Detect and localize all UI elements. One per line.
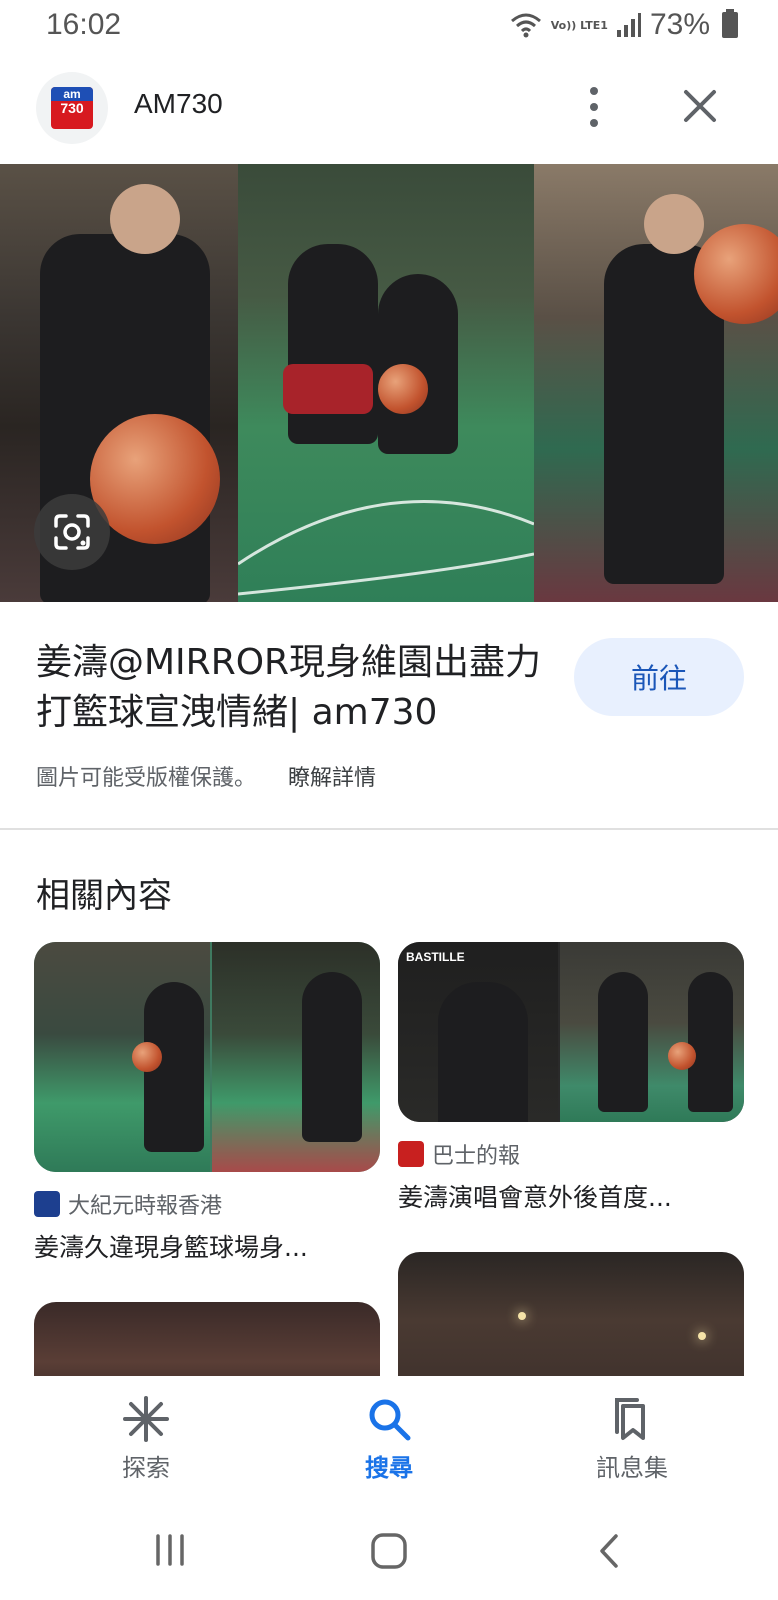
divider — [0, 828, 778, 830]
site-title: AM730 — [134, 88, 223, 119]
signal-icon — [616, 13, 641, 37]
nav-search[interactable]: 搜尋 — [309, 1396, 469, 1483]
site-logo[interactable]: am 730 — [36, 72, 108, 144]
source-name: 大紀元時報香港 — [68, 1194, 223, 1219]
status-icons: Vo)) LTE1 73% — [509, 8, 738, 42]
related-card-source-2: 巴士的報 — [398, 1138, 520, 1170]
learn-more-link[interactable]: 瞭解詳情 — [288, 760, 376, 792]
image-panel-middle — [238, 164, 534, 602]
recent-apps-icon[interactable] — [152, 1532, 188, 1568]
collections-icon — [615, 1398, 645, 1440]
close-icon[interactable] — [676, 82, 724, 130]
image-panel-right — [534, 164, 778, 602]
result-title[interactable]: 姜濤@MIRROR現身維園出盡力 打籃球宣洩情緒| am730 — [36, 638, 556, 738]
epoch-times-icon — [34, 1191, 60, 1217]
logo-text-top: am — [63, 87, 81, 101]
status-bar: 16:02 Vo)) LTE1 73% — [0, 0, 778, 52]
status-time: 16:02 — [46, 8, 122, 41]
asterisk-icon — [123, 1396, 169, 1442]
nav-collections-label: 訊息集 — [596, 1454, 668, 1482]
bottom-navigation: 探索 搜尋 訊息集 — [0, 1376, 778, 1500]
related-card-caption-2[interactable]: 姜濤演唱會意外後首度... — [398, 1178, 672, 1214]
related-heading: 相關內容 — [36, 876, 172, 916]
back-icon[interactable] — [594, 1532, 624, 1570]
volte-indicator: Vo)) LTE1 — [550, 18, 608, 32]
battery-percent: 73% — [649, 8, 710, 41]
am730-logo-icon: am 730 — [51, 87, 93, 129]
lens-icon — [54, 514, 90, 550]
source-name: 巴士的報 — [432, 1144, 521, 1169]
image-banner-text: BASTILLE — [406, 950, 465, 964]
result-title-line-1: 姜濤@MIRROR現身維園出盡力 — [36, 642, 542, 683]
copyright-note: 圖片可能受版權保護。 — [36, 766, 257, 791]
result-image[interactable] — [0, 164, 778, 602]
system-navigation-bar — [0, 1500, 778, 1600]
nav-discover[interactable]: 探索 — [66, 1396, 226, 1483]
google-lens-button[interactable] — [34, 494, 110, 570]
nav-discover-label: 探索 — [122, 1454, 170, 1482]
related-card-image-2[interactable]: BASTILLE — [398, 942, 744, 1122]
result-title-line-2: 打籃球宣洩情緒| am730 — [36, 692, 438, 733]
nav-search-label: 搜尋 — [365, 1454, 413, 1482]
visit-button[interactable]: 前往 — [574, 638, 744, 716]
related-card-image-1[interactable] — [34, 942, 380, 1172]
nav-collections[interactable]: 訊息集 — [552, 1396, 712, 1483]
bastille-post-icon — [398, 1141, 424, 1167]
wifi-icon — [510, 13, 541, 38]
related-card-source-1: 大紀元時報香港 — [34, 1188, 222, 1220]
logo-text-bottom: 730 — [60, 100, 84, 116]
more-options-icon[interactable] — [574, 80, 614, 134]
related-card-caption-1[interactable]: 姜濤久違現身籃球場身... — [34, 1228, 308, 1264]
app-header: am 730 AM730 — [0, 60, 778, 160]
search-icon — [369, 1399, 411, 1441]
battery-icon — [722, 9, 738, 38]
home-icon[interactable] — [370, 1532, 408, 1570]
